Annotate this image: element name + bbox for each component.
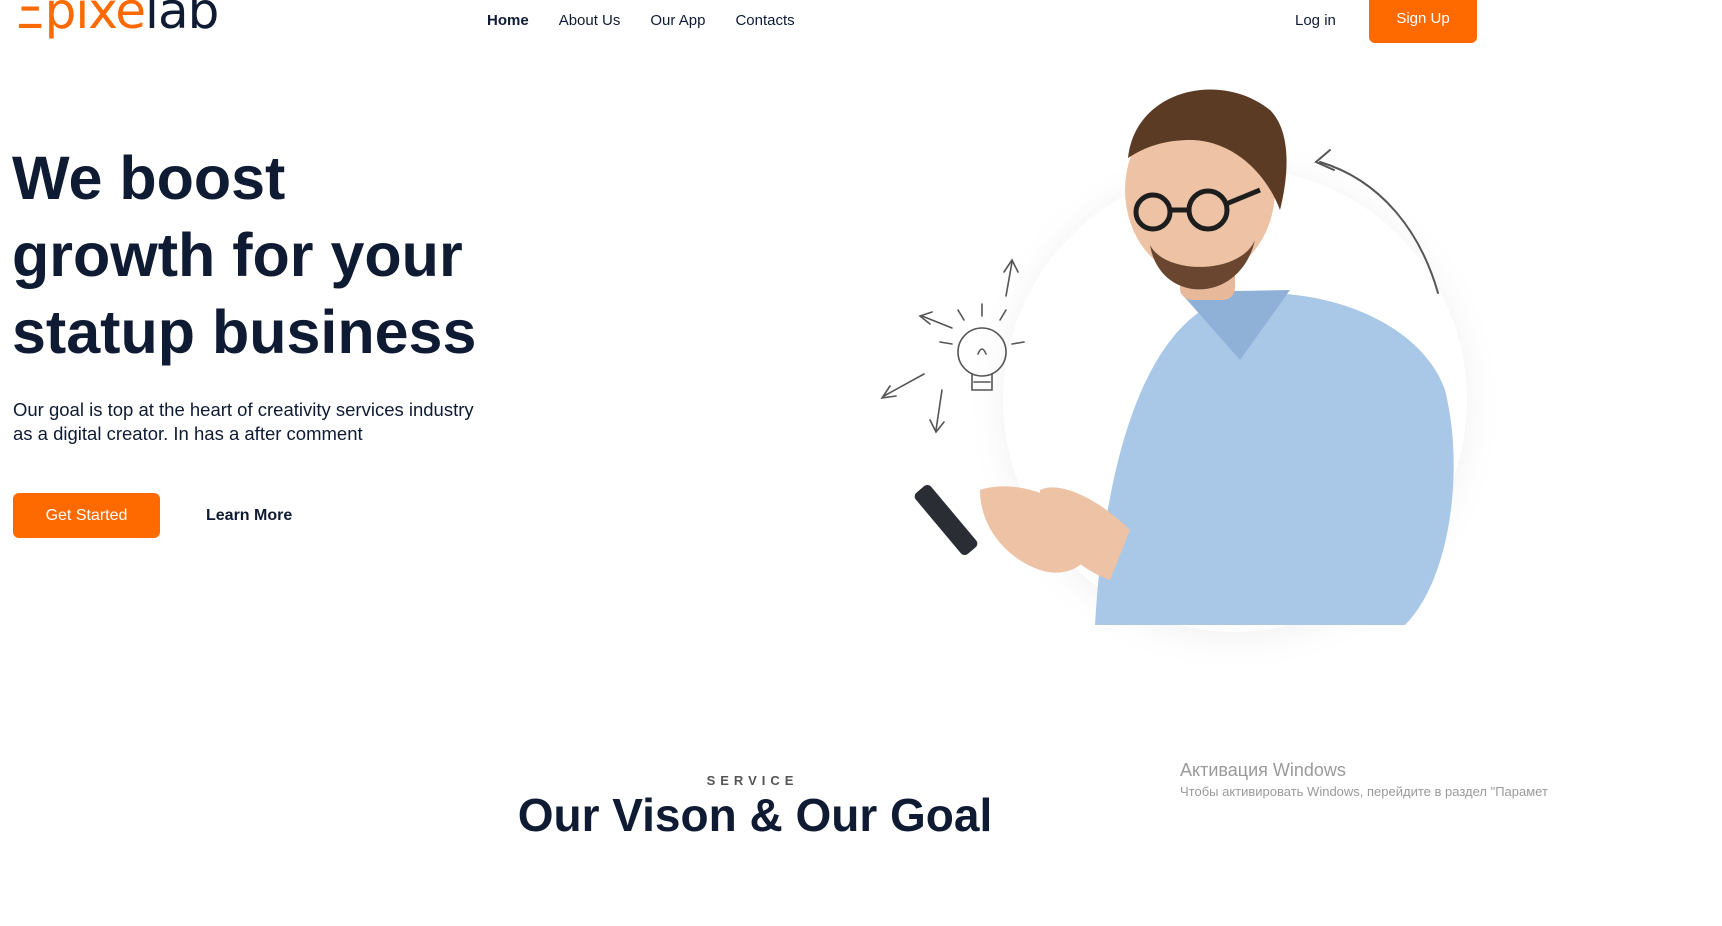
windows-activation-subtitle: Чтобы активировать Windows, перейдите в … xyxy=(1180,784,1548,799)
headline-line-2: growth for your xyxy=(12,221,463,289)
smartphone-icon xyxy=(914,484,978,556)
main-nav: Home About Us Our App Contacts xyxy=(487,12,795,29)
headline-line-3: statup business xyxy=(12,298,477,366)
headline-line-1: We boost xyxy=(12,144,286,212)
logo-suffix: lab xyxy=(145,0,219,40)
subtitle-line-2: as a digital creator. In has a after com… xyxy=(13,423,363,444)
hero-subtitle: Our goal is top at the heart of creativi… xyxy=(13,398,533,446)
subtitle-line-1: Our goal is top at the heart of creativi… xyxy=(13,399,474,420)
nav-contacts[interactable]: Contacts xyxy=(735,12,794,29)
nav-about-us[interactable]: About Us xyxy=(559,12,621,29)
logo-prefix: Ξ xyxy=(14,0,46,40)
get-started-button[interactable]: Get Started xyxy=(13,493,160,538)
hero-illustration xyxy=(880,89,1505,675)
hero-headline: We boost growth for your statup business xyxy=(12,140,572,371)
windows-activation-title: Активация Windows xyxy=(1180,760,1346,780)
nav-our-app[interactable]: Our App xyxy=(650,12,705,29)
signup-button[interactable]: Sign Up xyxy=(1369,0,1477,43)
brand-logo[interactable]: Ξpixelab xyxy=(14,0,219,36)
learn-more-link[interactable]: Learn More xyxy=(206,507,292,525)
nav-home[interactable]: Home xyxy=(487,12,529,29)
login-link[interactable]: Log in xyxy=(1295,12,1336,29)
logo-mid: pixe xyxy=(44,0,146,40)
